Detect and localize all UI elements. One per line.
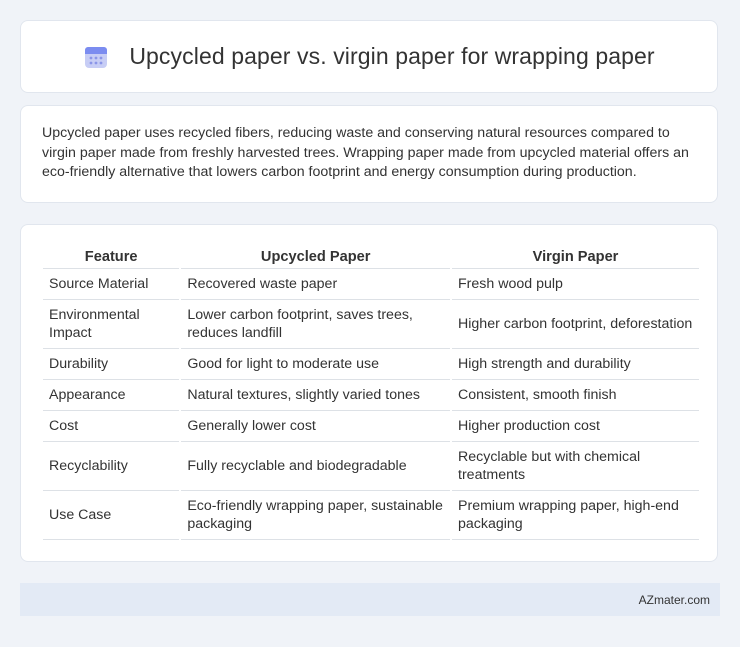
intro-paragraph: Upcycled paper uses recycled fibers, red… [42, 125, 689, 180]
upcycled-cell: Generally lower cost [179, 410, 452, 442]
table-row: Source Material Recovered waste paper Fr… [43, 268, 699, 300]
table-row: Use Case Eco-friendly wrapping paper, su… [43, 490, 699, 540]
table-row: Appearance Natural textures, slightly va… [43, 379, 699, 411]
feature-cell: Appearance [43, 379, 181, 411]
feature-cell: Recyclability [43, 441, 181, 491]
upcycled-cell: Eco-friendly wrapping paper, sustainable… [179, 490, 452, 540]
title-wrap: Upcycled paper vs. virgin paper for wrap… [83, 43, 655, 70]
table-card: Feature Upcycled Paper Virgin Paper Sour… [20, 224, 718, 562]
table-header-row: Feature Upcycled Paper Virgin Paper [43, 244, 699, 269]
virgin-cell: Consistent, smooth finish [450, 379, 699, 411]
table-row: Recyclability Fully recyclable and biode… [43, 441, 699, 491]
upcycled-cell: Natural textures, slightly varied tones [179, 379, 452, 411]
column-header-virgin: Virgin Paper [450, 244, 699, 269]
upcycled-cell: Lower carbon footprint, saves trees, red… [179, 299, 452, 349]
upcycled-cell: Fully recyclable and biodegradable [179, 441, 452, 491]
feature-cell: Source Material [43, 268, 181, 300]
upcycled-cell: Recovered waste paper [179, 268, 452, 300]
virgin-cell: Recyclable but with chemical treatments [450, 441, 699, 491]
page-title: Upcycled paper vs. virgin paper for wrap… [129, 43, 655, 69]
column-header-feature: Feature [43, 244, 181, 269]
footer-site-name: AZmater.com [638, 593, 710, 607]
feature-cell: Durability [43, 348, 181, 380]
virgin-cell: Higher carbon footprint, deforestation [450, 299, 699, 349]
feature-cell: Environmental Impact [43, 299, 181, 349]
feature-cell: Use Case [43, 490, 181, 540]
table-row: Cost Generally lower cost Higher product… [43, 410, 699, 442]
table-row: Durability Good for light to moderate us… [43, 348, 699, 380]
upcycled-cell: Good for light to moderate use [179, 348, 452, 380]
table-row: Environmental Impact Lower carbon footpr… [43, 299, 699, 349]
feature-cell: Cost [43, 410, 181, 442]
virgin-cell: High strength and durability [450, 348, 699, 380]
comparison-table: Feature Upcycled Paper Virgin Paper Sour… [43, 244, 699, 540]
virgin-cell: Fresh wood pulp [450, 268, 699, 300]
title-card: Upcycled paper vs. virgin paper for wrap… [20, 20, 718, 93]
virgin-cell: Premium wrapping paper, high-end packagi… [450, 490, 699, 540]
calendar-icon [83, 44, 109, 70]
column-header-upcycled: Upcycled Paper [179, 244, 452, 269]
intro-card: Upcycled paper uses recycled fibers, red… [20, 105, 718, 203]
virgin-cell: Higher production cost [450, 410, 699, 442]
footer-bar: AZmater.com [20, 583, 720, 616]
